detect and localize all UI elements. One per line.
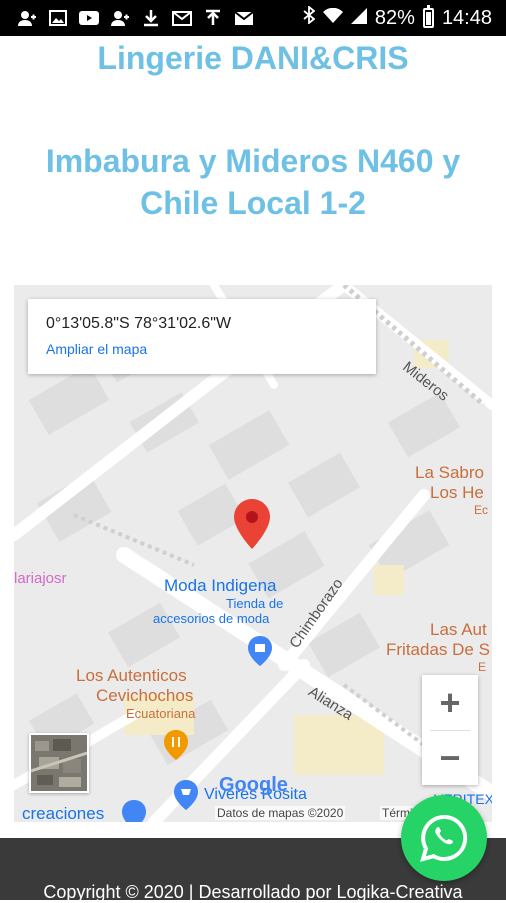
place-autenticos-sub: Ecuatoriana — [126, 706, 196, 721]
place-autenticos-2: Cevichochos — [96, 686, 194, 705]
signal-icon — [350, 7, 367, 30]
place-fritadas-2: Fritadas De S — [386, 640, 490, 659]
wifi-icon — [322, 7, 343, 30]
clock: 14:48 — [441, 6, 492, 29]
upload-icon — [202, 9, 224, 27]
mail-icon — [233, 9, 255, 27]
coordinates: 0°13'05.8"S 78°31'02.6"W — [46, 315, 232, 332]
image-icon — [47, 9, 69, 27]
map-info-card: 0°13'05.8"S 78°31'02.6"W Ampliar el mapa — [28, 299, 376, 374]
whatsapp-icon — [420, 814, 468, 862]
place-mariajosr[interactable]: lariajosr — [14, 570, 67, 587]
youtube-icon — [78, 9, 100, 27]
place-fritadas-1[interactable]: Las Aut — [430, 620, 487, 640]
satellite-toggle[interactable] — [29, 733, 89, 793]
shopping-marker-2 — [122, 800, 146, 822]
place-sabro-2: Los He — [430, 483, 484, 502]
mail-icon — [171, 9, 193, 27]
place-fritadas-3: E — [478, 660, 487, 674]
satellite-thumbnail-icon — [31, 735, 87, 791]
status-bar: 82% 14:48 — [0, 0, 506, 36]
whatsapp-button[interactable] — [401, 795, 487, 881]
battery-percent: 82% — [374, 6, 415, 29]
address: Imbabura y Mideros N460 y Chile Local 1-… — [0, 140, 506, 224]
bluetooth-icon — [303, 5, 316, 30]
place-sabro-1[interactable]: La Sabro — [415, 463, 484, 483]
place-moda-sub1: Tienda de — [226, 596, 284, 611]
view-larger-map-link[interactable]: Ampliar el mapa — [46, 341, 147, 357]
place-autenticos-1[interactable]: Los Autenticos — [76, 666, 187, 686]
download-icon — [140, 9, 162, 27]
place-moda-sub2: accesorios de moda — [153, 611, 270, 626]
google-logo: Google — [219, 774, 288, 796]
zoom-controls: + − — [422, 675, 478, 785]
person-icon — [109, 9, 131, 27]
address-line-1: Imbabura y Mideros N460 y — [45, 143, 461, 179]
store-name: Lingerie DANI&CRIS — [97, 40, 409, 76]
map-data-credit: Datos de mapas ©2020 — [215, 806, 346, 820]
place-sabro-3: Ec — [474, 503, 489, 517]
address-line-2: Chile Local 1-2 — [140, 185, 366, 221]
battery-icon — [422, 5, 434, 28]
place-moda-indigena[interactable]: Moda Indigena — [164, 576, 276, 596]
zoom-out-button[interactable]: − — [422, 730, 478, 785]
zoom-in-button[interactable]: + — [422, 675, 478, 730]
person-icon — [16, 9, 38, 27]
place-creaciones[interactable]: creaciones — [22, 804, 104, 822]
